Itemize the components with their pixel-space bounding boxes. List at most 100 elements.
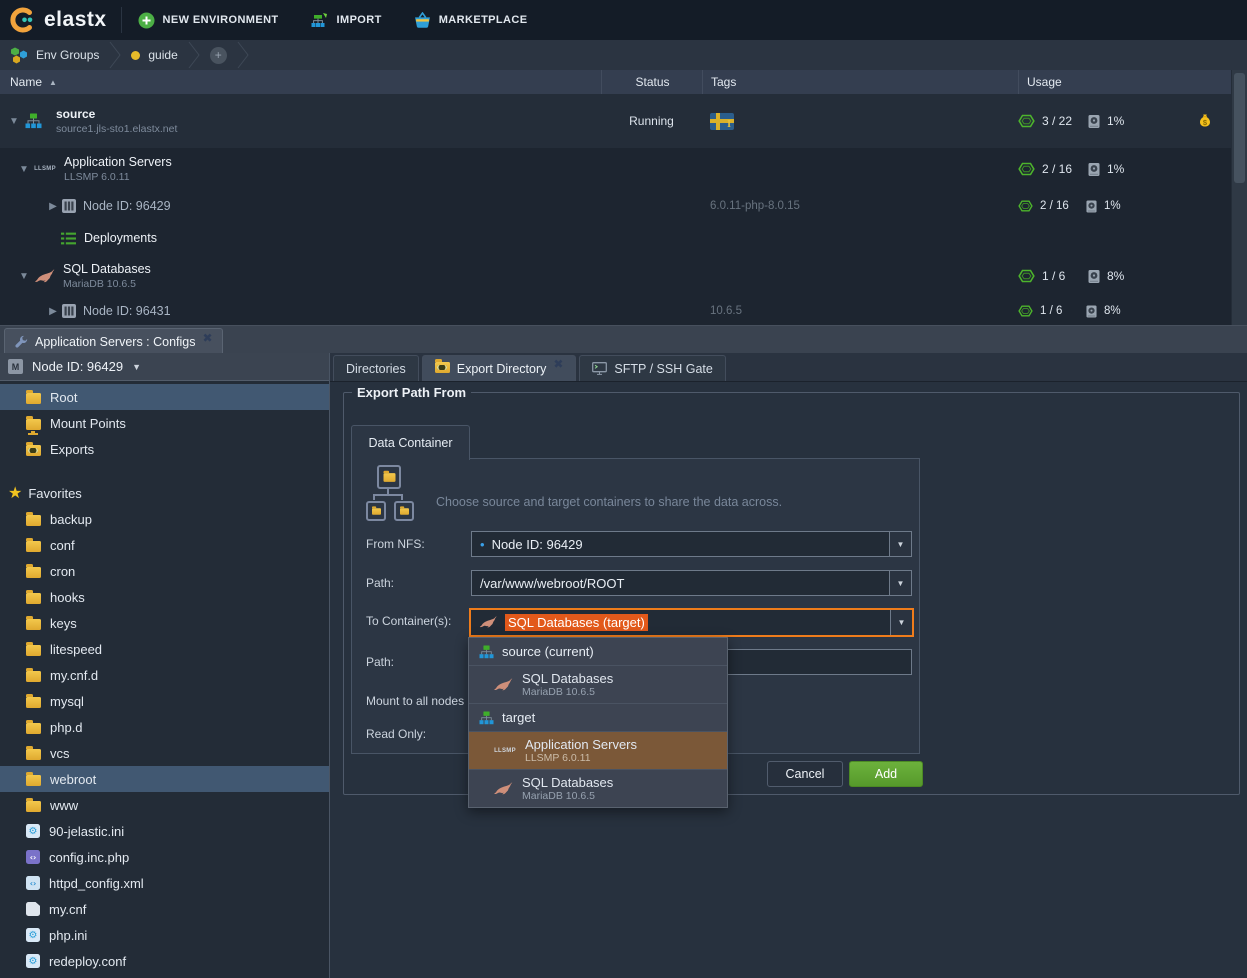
env-row-node-96429[interactable]: ▶ Node ID: 96429 6.0.11-php-8.0.15 2 / 1… <box>0 190 1231 223</box>
tab-app-servers-configs[interactable]: Application Servers : Configs ✖ <box>4 328 223 355</box>
node-icon <box>62 199 76 213</box>
tree-item-php-ini[interactable]: ⚙php.ini <box>0 922 329 948</box>
combo-arrow-icon[interactable]: ▼ <box>890 610 912 635</box>
dropdown-group-target[interactable]: target <box>469 704 727 732</box>
node-selector[interactable]: M Node ID: 96429 ▼ <box>0 353 329 381</box>
ini-file-icon: ⚙ <box>26 824 40 838</box>
column-header-name[interactable]: Name ▲ <box>10 70 57 94</box>
tags-cell: 6.0.11-php-8.0.15 <box>702 190 1020 222</box>
add-button[interactable]: Add <box>849 761 923 787</box>
cloudlets-count: 3 / 22 <box>1042 114 1088 128</box>
folder-icon <box>26 723 41 734</box>
tree-item-hooks[interactable]: hooks <box>0 584 329 610</box>
close-icon[interactable]: ✖ <box>203 332 213 344</box>
env-row-deployments[interactable]: Deployments <box>0 222 1231 256</box>
tree-item-mount-points[interactable]: Mount Points <box>0 410 329 436</box>
dropdown-item-sql-source[interactable]: SQL DatabasesMariaDB 10.6.5 <box>469 666 727 704</box>
dropdown-group-source[interactable]: source (current) <box>469 638 727 666</box>
tree-item-90-jelastic-ini[interactable]: ⚙ 90-jelastic.ini <box>0 818 329 844</box>
tree-item-redeploy-conf[interactable]: ⚙redeploy.conf <box>0 948 329 974</box>
tree-item-phpd[interactable]: php.d <box>0 714 329 740</box>
tree-label: Root <box>50 390 77 405</box>
chevron-down-icon[interactable]: ▼ <box>16 271 32 282</box>
env-row-source[interactable]: ▼ source source1.jls-sto1.elastx.net Run… <box>0 94 1231 149</box>
tree-label: www <box>50 798 78 813</box>
scrollbar-thumb[interactable] <box>1234 73 1245 183</box>
usage-cell: 1 / 6 8% <box>1018 255 1213 297</box>
env-list-scrollbar[interactable] <box>1231 70 1247 325</box>
import-button[interactable]: IMPORT <box>295 0 398 40</box>
tree-item-root[interactable]: Root <box>0 384 329 410</box>
mariadb-icon <box>34 269 56 284</box>
chevron-down-icon[interactable]: ▼ <box>16 164 32 175</box>
file-tree: Root Mount Points Exports ★Favorites bac… <box>0 384 329 974</box>
dropdown-item-app-servers[interactable]: LLSMP Application ServersLLSMP 6.0.11 <box>469 732 727 770</box>
tree-item-httpd-config-xml[interactable]: ‹›httpd_config.xml <box>0 870 329 896</box>
tree-item-conf[interactable]: conf <box>0 532 329 558</box>
xml-file-icon: ‹› <box>26 876 40 890</box>
php-file-icon: ‹› <box>26 850 40 864</box>
combo-arrow-icon[interactable]: ▼ <box>889 571 911 595</box>
folder-icon <box>26 567 41 578</box>
editor-panel: Directories Export Directory ✖ SFTP / SS… <box>330 353 1247 978</box>
tree-item-backup[interactable]: backup <box>0 506 329 532</box>
tree-item-mycnfd[interactable]: my.cnf.d <box>0 662 329 688</box>
tree-item-favorites[interactable]: ★Favorites <box>0 480 329 506</box>
tree-item-my-cnf[interactable]: my.cnf <box>0 896 329 922</box>
chevron-right-icon[interactable]: ▶ <box>45 201 61 212</box>
marketplace-button[interactable]: MARKETPLACE <box>398 0 544 40</box>
brand-logo[interactable]: elastx <box>0 0 121 40</box>
tree-item-webroot[interactable]: webroot <box>0 766 329 792</box>
tab-data-container[interactable]: Data Container <box>351 425 470 460</box>
column-header-status[interactable]: Status <box>601 70 703 94</box>
tree-item-keys[interactable]: keys <box>0 610 329 636</box>
tab-directories[interactable]: Directories <box>333 355 419 381</box>
cloudlets-icon <box>1018 199 1033 213</box>
column-header-usage[interactable]: Usage <box>1018 70 1247 94</box>
tree-label: vcs <box>50 746 70 761</box>
deployments-title: Deployments <box>84 231 157 246</box>
combo-arrow-icon[interactable]: ▼ <box>889 532 911 556</box>
to-containers-label: To Container(s): <box>366 614 451 628</box>
close-icon[interactable]: ✖ <box>553 358 563 370</box>
chevron-right-icon[interactable]: ▶ <box>45 306 61 317</box>
breadcrumb-group[interactable]: guide <box>121 48 187 62</box>
add-group-button[interactable]: + <box>200 47 237 64</box>
disk-icon <box>1086 305 1097 318</box>
item-subtitle: MariaDB 10.6.5 <box>522 790 613 803</box>
folder-icon <box>26 671 41 682</box>
marketplace-icon <box>414 12 431 29</box>
from-nfs-combo[interactable]: •Node ID: 96429 ▼ <box>471 531 912 557</box>
to-containers-value: SQL Databases (target) <box>505 614 648 631</box>
tree-item-www[interactable]: www <box>0 792 329 818</box>
tree-item-cron[interactable]: cron <box>0 558 329 584</box>
env-row-sql-databases[interactable]: ▼ SQL Databases MariaDB 10.6.5 1 / 6 8% <box>0 255 1231 298</box>
breadcrumb-chevron-icon <box>109 41 121 69</box>
chevron-down-icon[interactable]: ▼ <box>6 116 22 127</box>
to-containers-combo[interactable]: SQL Databases (target) ▼ <box>469 608 914 637</box>
column-header-tags[interactable]: Tags <box>702 70 1027 94</box>
dropdown-item-sql-target[interactable]: SQL DatabasesMariaDB 10.6.5 <box>469 770 727 807</box>
path-combo[interactable]: /var/www/webroot/ROOT ▼ <box>471 570 912 596</box>
read-only-label: Read Only: <box>366 727 426 741</box>
tab-export-directory[interactable]: Export Directory ✖ <box>422 355 577 381</box>
tab-sftp-ssh-gate[interactable]: SFTP / SSH Gate <box>579 355 725 381</box>
tree-item-exports[interactable]: Exports <box>0 436 329 462</box>
new-environment-button[interactable]: NEW ENVIRONMENT <box>122 0 295 40</box>
tree-item-vcs[interactable]: vcs <box>0 740 329 766</box>
env-groups-icon <box>10 46 28 64</box>
cancel-button[interactable]: Cancel <box>767 761 843 787</box>
breadcrumb-env-groups[interactable]: Env Groups <box>0 46 109 64</box>
item-title: SQL Databases <box>522 775 613 790</box>
billing-icon[interactable]: $ <box>1197 113 1213 130</box>
item-title: Application Servers <box>525 737 637 752</box>
tree-label: 90-jelastic.ini <box>49 824 124 839</box>
fieldset-legend: Export Path From <box>352 385 471 400</box>
environment-list: ▼ source source1.jls-sto1.elastx.net Run… <box>0 94 1231 325</box>
mariadb-icon <box>493 782 514 796</box>
env-row-node-96431[interactable]: ▶ Node ID: 96431 10.6.5 1 / 6 8% <box>0 297 1231 325</box>
tree-item-config-inc-php[interactable]: ‹›config.inc.php <box>0 844 329 870</box>
env-row-app-servers[interactable]: ▼ LLSMP Application Servers LLSMP 6.0.11… <box>0 148 1231 191</box>
tree-item-litespeed[interactable]: litespeed <box>0 636 329 662</box>
tree-item-mysql[interactable]: mysql <box>0 688 329 714</box>
